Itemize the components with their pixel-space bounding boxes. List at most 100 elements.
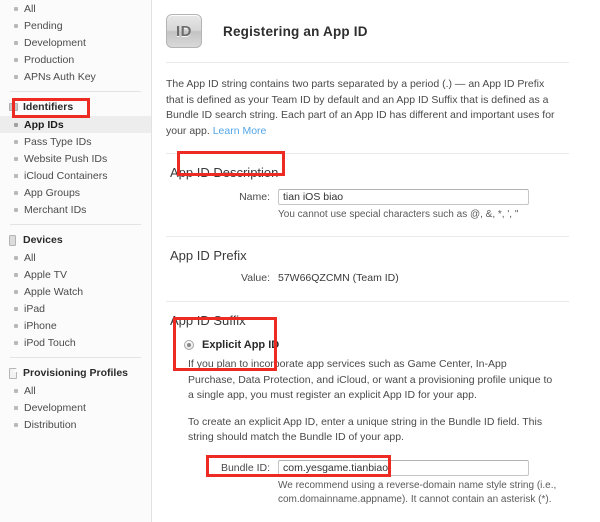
document-icon bbox=[9, 368, 17, 379]
sidebar-navigation: All Pending Development Production APNs Auth… bbox=[0, 0, 152, 522]
sidebar-item-label: Development bbox=[24, 401, 86, 414]
explicit-app-id-radio[interactable] bbox=[184, 340, 194, 350]
sidebar-item-label: App IDs bbox=[24, 118, 64, 131]
sidebar-item-label: Pending bbox=[24, 19, 63, 32]
square-bullet-icon bbox=[14, 323, 18, 328]
bundle-id-hint: We recommend using a reverse-domain name… bbox=[278, 479, 557, 505]
name-label: Name: bbox=[239, 191, 270, 203]
sidebar-item-label: APNs Auth Key bbox=[24, 70, 96, 83]
sidebar-item-distribution[interactable]: Distribution bbox=[0, 416, 151, 433]
bundle-id-field-row: Bundle ID: bbox=[166, 459, 593, 476]
sidebar-item-label: Pass Type IDs bbox=[24, 135, 92, 148]
square-bullet-icon bbox=[14, 173, 18, 178]
app-id-prefix-title: App ID Prefix bbox=[170, 248, 247, 263]
square-bullet-icon bbox=[14, 207, 18, 212]
phone-icon bbox=[9, 235, 16, 246]
sidebar-group-label: Provisioning Profiles bbox=[23, 367, 129, 379]
square-bullet-icon bbox=[14, 405, 18, 410]
sidebar-item-icloud-containers[interactable]: iCloud Containers bbox=[0, 167, 151, 184]
prefix-value: 57W66QZCMN (Team ID) bbox=[278, 272, 399, 284]
sidebar-item-label: Distribution bbox=[24, 418, 77, 431]
sidebar-item-iphone[interactable]: iPhone bbox=[0, 317, 151, 334]
prefix-value-label: Value: bbox=[241, 272, 270, 284]
square-bullet-icon bbox=[14, 6, 18, 11]
learn-more-link[interactable]: Learn More bbox=[213, 125, 267, 137]
sidebar-item-label: Apple TV bbox=[24, 268, 67, 281]
intro-paragraph: The App ID string contains two parts sep… bbox=[152, 63, 599, 139]
name-hint: You cannot use special characters such a… bbox=[278, 209, 519, 220]
sidebar-item-label: Website Push IDs bbox=[24, 152, 108, 165]
sidebar-item-production[interactable]: Production bbox=[0, 51, 151, 68]
square-bullet-icon bbox=[14, 122, 18, 127]
square-bullet-icon bbox=[14, 190, 18, 195]
sidebar-groups: Identifiers App IDs Pass Type IDs Website P… bbox=[0, 91, 151, 433]
square-bullet-icon bbox=[14, 422, 18, 427]
sidebar-item-ipad[interactable]: iPad bbox=[0, 300, 151, 317]
sidebar-item-all[interactable]: All bbox=[0, 249, 151, 266]
prefix-value-row: Value: 57W66QZCMN (Team ID) bbox=[166, 272, 593, 284]
sidebar-item-all[interactable]: All bbox=[0, 0, 151, 17]
main-content: ID Registering an App ID The App ID stri… bbox=[152, 0, 600, 522]
sidebar-item-development[interactable]: Development bbox=[0, 34, 151, 51]
square-bullet-icon bbox=[14, 57, 18, 62]
sidebar-group-divider bbox=[10, 224, 141, 225]
sidebar-group-label: Devices bbox=[23, 234, 63, 246]
suffix-paragraph-2: To create an explicit App ID, enter a un… bbox=[188, 415, 543, 444]
square-bullet-icon bbox=[14, 23, 18, 28]
sidebar-top-items: All Pending Development Production APNs Auth… bbox=[0, 0, 151, 85]
sidebar-item-website-push-ids[interactable]: Website Push IDs bbox=[0, 150, 151, 167]
sidebar-group-devices: Devices bbox=[0, 231, 151, 249]
sidebar-group-provisioning-profiles: Provisioning Profiles bbox=[0, 364, 151, 382]
app-id-badge-icon: ID bbox=[166, 14, 202, 48]
chip-icon bbox=[9, 103, 18, 111]
bundle-id-label: Bundle ID: bbox=[220, 461, 270, 474]
explicit-app-id-option[interactable]: Explicit App ID bbox=[166, 337, 593, 351]
sidebar-item-label: iPad bbox=[24, 302, 46, 315]
square-bullet-icon bbox=[14, 272, 18, 277]
sidebar-item-label: All bbox=[24, 384, 36, 397]
sidebar-item-label: All bbox=[24, 2, 36, 15]
sidebar-item-label: iCloud Containers bbox=[24, 169, 108, 182]
sidebar-group-identifiers: Identifiers bbox=[0, 98, 151, 116]
sidebar-item-label: Development bbox=[24, 36, 86, 49]
square-bullet-icon bbox=[14, 340, 18, 345]
square-bullet-icon bbox=[14, 139, 18, 144]
page-header: ID Registering an App ID bbox=[152, 0, 599, 62]
square-bullet-icon bbox=[14, 289, 18, 294]
sidebar-item-pending[interactable]: Pending bbox=[0, 17, 151, 34]
sidebar-item-label: Merchant IDs bbox=[24, 203, 87, 216]
right-rail bbox=[569, 0, 600, 522]
sidebar-item-app-groups[interactable]: App Groups bbox=[0, 184, 151, 201]
sidebar-item-apple-tv[interactable]: Apple TV bbox=[0, 266, 151, 283]
app-id-registration-page: All Pending Development Production APNs Auth… bbox=[0, 0, 600, 522]
sidebar-item-app-ids[interactable]: App IDs bbox=[0, 116, 151, 133]
sidebar-group-divider bbox=[10, 357, 141, 358]
sidebar-item-development[interactable]: Development bbox=[0, 399, 151, 416]
sidebar-item-label: Apple Watch bbox=[24, 285, 84, 298]
sidebar-item-apple-watch[interactable]: Apple Watch bbox=[0, 283, 151, 300]
page-title: Registering an App ID bbox=[223, 23, 368, 39]
square-bullet-icon bbox=[14, 156, 18, 161]
app-id-suffix-title: App ID Suffix bbox=[170, 313, 246, 328]
square-bullet-icon bbox=[14, 388, 18, 393]
sidebar-item-all[interactable]: All bbox=[0, 382, 151, 399]
app-id-description-title: App ID Description bbox=[170, 165, 279, 180]
sidebar-item-label: iPod Touch bbox=[24, 336, 76, 349]
sidebar-group-divider bbox=[10, 91, 141, 92]
square-bullet-icon bbox=[14, 40, 18, 45]
app-id-prefix-section: App ID Prefix Value: 57W66QZCMN (Team ID… bbox=[152, 237, 599, 284]
name-input[interactable] bbox=[278, 189, 529, 205]
sidebar-item-label: App Groups bbox=[24, 186, 81, 199]
square-bullet-icon bbox=[14, 74, 18, 79]
sidebar-item-apns-auth-key[interactable]: APNs Auth Key bbox=[0, 68, 151, 85]
sidebar-item-ipod-touch[interactable]: iPod Touch bbox=[0, 334, 151, 351]
sidebar-item-merchant-ids[interactable]: Merchant IDs bbox=[0, 201, 151, 218]
sidebar-item-pass-type-ids[interactable]: Pass Type IDs bbox=[0, 133, 151, 150]
sidebar-item-label: Production bbox=[24, 53, 75, 66]
explicit-app-id-label: Explicit App ID bbox=[202, 339, 280, 351]
sidebar-item-label: All bbox=[24, 251, 36, 264]
square-bullet-icon bbox=[14, 255, 18, 260]
bundle-id-input[interactable] bbox=[278, 459, 529, 476]
square-bullet-icon bbox=[14, 306, 18, 311]
suffix-paragraph-1: If you plan to incorporate app services … bbox=[188, 358, 553, 401]
